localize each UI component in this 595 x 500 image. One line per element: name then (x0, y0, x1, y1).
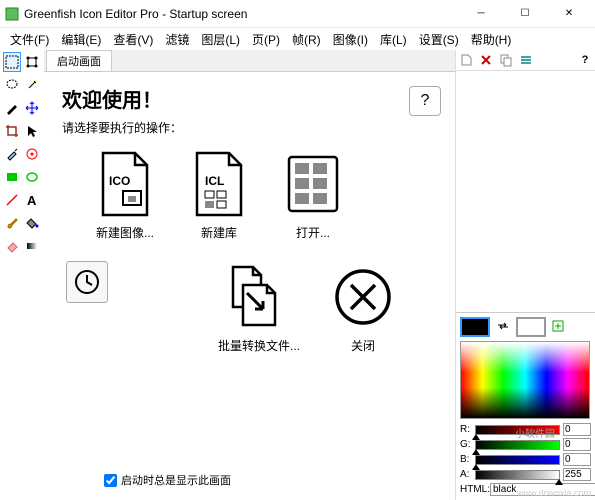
new-doc-icon[interactable] (458, 52, 474, 68)
html-label: HTML: (460, 484, 490, 495)
menu-layer[interactable]: 图层(L) (195, 29, 246, 50)
g-input[interactable] (563, 438, 591, 451)
foreground-swatch[interactable] (460, 317, 490, 337)
r-input[interactable] (563, 423, 591, 436)
delete-icon[interactable] (478, 52, 494, 68)
svg-text:A: A (27, 193, 37, 207)
color-panel: R: G: B: A: HTML: (456, 312, 595, 500)
fill-tool[interactable] (23, 213, 41, 233)
show-startup-check-input[interactable] (104, 474, 117, 487)
swatch-edit-icon[interactable] (552, 320, 564, 335)
move-tool[interactable] (23, 98, 41, 118)
crop-tool[interactable] (3, 121, 21, 141)
panel-help-icon[interactable]: ? (577, 52, 593, 68)
swap-colors-icon[interactable] (496, 319, 510, 336)
svg-text:ICO: ICO (109, 174, 130, 188)
right-panel: ? R: G: B: A: HTML: (455, 50, 595, 500)
open-label: 打开... (280, 224, 346, 241)
menu-settings[interactable]: 设置(S) (413, 29, 465, 50)
a-input[interactable] (563, 468, 591, 481)
g-slider[interactable] (475, 440, 560, 450)
ico-file-icon: ICO (92, 148, 158, 220)
new-library-action[interactable]: ICL 新建库 (186, 148, 252, 241)
clock-icon (74, 269, 100, 295)
menu-view[interactable]: 查看(V) (107, 29, 159, 50)
new-image-label: 新建图像... (92, 224, 158, 241)
close-action[interactable]: 关闭 (330, 261, 396, 354)
b-slider[interactable] (475, 455, 560, 465)
svg-text:ICL: ICL (205, 174, 224, 188)
show-startup-checkbox[interactable]: 启动时总是显示此画面 (104, 472, 231, 488)
close-label: 关闭 (330, 337, 396, 354)
props-icon[interactable] (518, 52, 534, 68)
hotspot-tool[interactable] (23, 144, 41, 164)
color-picker[interactable] (460, 341, 590, 419)
new-library-label: 新建库 (186, 224, 252, 241)
recent-button[interactable] (66, 261, 108, 303)
batch-convert-label: 批量转换文件... (218, 337, 300, 354)
layers-panel-empty (456, 71, 595, 312)
panel-toolbar: ? (456, 50, 595, 71)
menu-file[interactable]: 文件(F) (4, 29, 55, 50)
a-label: A: (460, 469, 472, 480)
tab-startup[interactable]: 启动画面 (46, 50, 112, 71)
title-bar: Greenfish Icon Editor Pro - Startup scre… (0, 0, 595, 28)
transform-tool[interactable] (23, 52, 41, 72)
open-action[interactable]: 打开... (280, 148, 346, 241)
b-label: B: (460, 454, 472, 465)
menu-library[interactable]: 库(L) (374, 29, 413, 50)
help-button[interactable]: ? (409, 86, 441, 116)
r-label: R: (460, 424, 472, 435)
r-slider[interactable] (475, 425, 560, 435)
app-icon (4, 6, 20, 22)
pencil-tool[interactable] (3, 98, 21, 118)
new-image-action[interactable]: ICO 新建图像... (92, 148, 158, 241)
brush-tool[interactable] (3, 213, 21, 233)
eyedropper-tool[interactable] (3, 144, 21, 164)
minimize-button[interactable]: ─ (459, 0, 503, 28)
welcome-title: 欢迎使用！ (62, 84, 437, 113)
background-swatch[interactable] (516, 317, 546, 337)
icl-file-icon: ICL (186, 148, 252, 220)
menu-help[interactable]: 帮助(H) (465, 29, 518, 50)
menu-bar: 文件(F) 编辑(E) 查看(V) 滤镜 图层(L) 页(P) 帧(R) 图像(… (0, 28, 595, 50)
toolbox: A (0, 50, 44, 500)
eraser-tool[interactable] (3, 236, 21, 256)
menu-image[interactable]: 图像(I) (327, 29, 374, 50)
welcome-subtitle: 请选择要执行的操作： (62, 119, 437, 136)
menu-filter[interactable]: 滤镜 (159, 29, 195, 50)
startup-screen: ? 欢迎使用！ 请选择要执行的操作： ICO 新建图像... ICL 新建库 打… (44, 72, 455, 500)
close-window-button[interactable]: ✕ (547, 0, 591, 28)
tab-bar: 启动画面 (44, 50, 455, 72)
pointer-tool[interactable] (23, 121, 41, 141)
g-label: G: (460, 439, 472, 450)
b-input[interactable] (563, 453, 591, 466)
html-input[interactable] (490, 483, 595, 496)
window-title: Greenfish Icon Editor Pro - Startup scre… (24, 7, 459, 21)
maximize-button[interactable]: ☐ (503, 0, 547, 28)
batch-convert-action[interactable]: 批量转换文件... (218, 261, 300, 354)
a-slider[interactable] (475, 470, 560, 480)
rect-tool[interactable] (3, 167, 21, 187)
text-tool[interactable]: A (23, 190, 41, 210)
gradient-tool[interactable] (23, 236, 41, 256)
menu-edit[interactable]: 编辑(E) (55, 29, 107, 50)
wand-tool[interactable] (23, 75, 41, 95)
select-rect-tool[interactable] (3, 52, 21, 72)
batch-files-icon (218, 261, 284, 333)
ellipse-tool[interactable] (23, 167, 41, 187)
close-circle-icon (330, 261, 396, 333)
menu-page[interactable]: 页(P) (246, 29, 286, 50)
lasso-tool[interactable] (3, 75, 21, 95)
line-tool[interactable] (3, 190, 21, 210)
show-startup-label: 启动时总是显示此画面 (121, 472, 231, 488)
copy-icon[interactable] (498, 52, 514, 68)
menu-frame[interactable]: 帧(R) (286, 29, 327, 50)
grid-icon (280, 148, 346, 220)
